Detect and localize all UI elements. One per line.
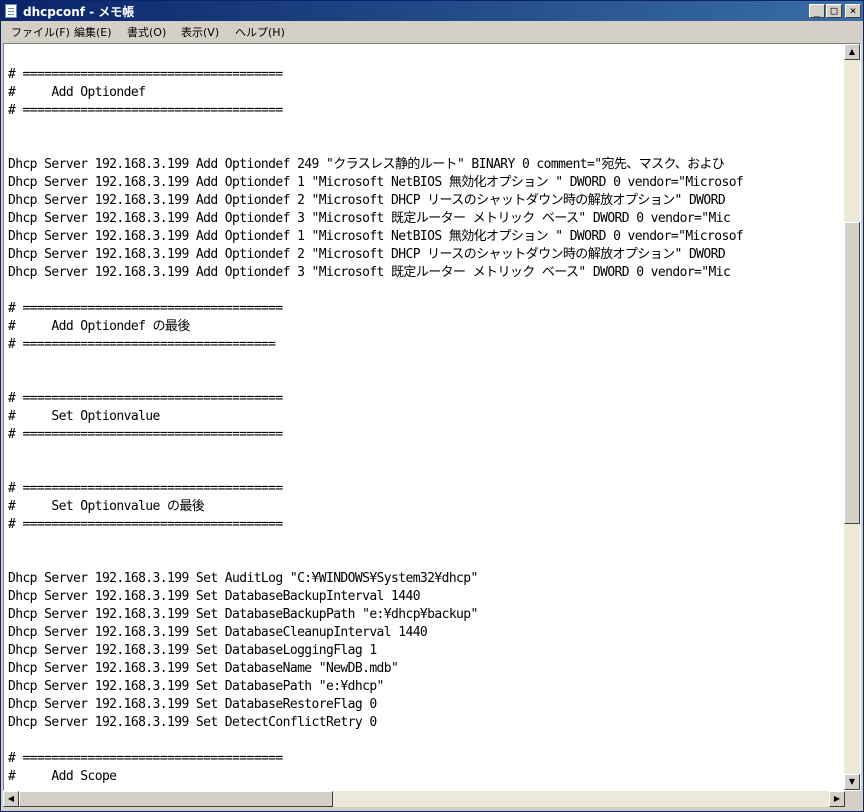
- text-line[interactable]: [8, 552, 844, 570]
- text-line[interactable]: [8, 354, 844, 372]
- text-line[interactable]: # Set Optionvalue: [8, 408, 844, 426]
- text-line[interactable]: [8, 120, 844, 138]
- menu-view[interactable]: 表示(V): [181, 24, 219, 40]
- text-line[interactable]: [8, 282, 844, 300]
- maximize-button[interactable]: □: [826, 4, 842, 18]
- text-line[interactable]: [8, 444, 844, 462]
- text-content[interactable]: # ==================================== # …: [8, 66, 844, 788]
- text-line[interactable]: # Add Optiondef: [8, 84, 844, 102]
- text-line[interactable]: Dhcp Server 192.168.3.199 Add Optiondef …: [8, 174, 844, 192]
- text-line[interactable]: [8, 732, 844, 750]
- title-bar[interactable]: dhcpconf - メモ帳 _ □ ×: [1, 1, 863, 21]
- vertical-scrollbar[interactable]: ▲ ▼: [844, 44, 860, 790]
- text-line[interactable]: Dhcp Server 192.168.3.199 Add Optiondef …: [8, 264, 844, 282]
- horizontal-scroll-thumb[interactable]: [19, 791, 333, 807]
- menu-file[interactable]: ファイル(F): [11, 24, 70, 40]
- text-line[interactable]: [8, 138, 844, 156]
- text-line[interactable]: [8, 372, 844, 390]
- text-line[interactable]: # ====================================: [8, 426, 844, 444]
- notepad-app-icon[interactable]: [5, 4, 17, 18]
- text-line[interactable]: Dhcp Server 192.168.3.199 Set DatabaseBa…: [8, 588, 844, 606]
- scroll-up-button[interactable]: ▲: [844, 44, 860, 60]
- minimize-button[interactable]: _: [809, 4, 825, 18]
- vertical-scroll-thumb[interactable]: [844, 222, 860, 524]
- text-editor[interactable]: # ==================================== # …: [3, 43, 861, 791]
- text-line[interactable]: # ===================================: [8, 336, 844, 354]
- text-line[interactable]: # ====================================: [8, 516, 844, 534]
- text-line[interactable]: Dhcp Server 192.168.3.199 Set DatabaseRe…: [8, 696, 844, 714]
- menu-format[interactable]: 書式(O): [127, 24, 166, 40]
- text-line[interactable]: # ====================================: [8, 300, 844, 318]
- text-line[interactable]: # ====================================: [8, 750, 844, 768]
- text-line[interactable]: Dhcp Server 192.168.3.199 Add Optiondef …: [8, 210, 844, 228]
- text-line[interactable]: Dhcp Server 192.168.3.199 Add Optiondef …: [8, 228, 844, 246]
- horizontal-scrollbar[interactable]: ◀ ▶: [3, 791, 845, 807]
- scroll-left-button[interactable]: ◀: [3, 791, 19, 807]
- text-line[interactable]: Dhcp Server 192.168.3.199 Add Optiondef …: [8, 156, 844, 174]
- text-line[interactable]: Dhcp Server 192.168.3.199 Set DetectConf…: [8, 714, 844, 732]
- text-line[interactable]: # Set Optionvalue の最後: [8, 498, 844, 516]
- menu-help[interactable]: ヘルプ(H): [235, 24, 285, 40]
- text-line[interactable]: Dhcp Server 192.168.3.199 Add Optiondef …: [8, 246, 844, 264]
- text-line[interactable]: Dhcp Server 192.168.3.199 Set DatabasePa…: [8, 678, 844, 696]
- text-line[interactable]: # ====================================: [8, 480, 844, 498]
- text-line[interactable]: # ====================================: [8, 66, 844, 84]
- window-title: dhcpconf - メモ帳: [23, 5, 135, 19]
- text-line[interactable]: Dhcp Server 192.168.3.199 Set DatabaseCl…: [8, 624, 844, 642]
- text-line[interactable]: [8, 462, 844, 480]
- text-line[interactable]: Dhcp Server 192.168.3.199 Set AuditLog "…: [8, 570, 844, 588]
- scroll-right-button[interactable]: ▶: [829, 791, 845, 807]
- close-button[interactable]: ×: [845, 4, 861, 18]
- text-line[interactable]: # Add Scope: [8, 768, 844, 786]
- scroll-down-button[interactable]: ▼: [844, 774, 860, 790]
- text-line[interactable]: Dhcp Server 192.168.3.199 Set DatabaseBa…: [8, 606, 844, 624]
- menu-edit[interactable]: 編集(E): [74, 24, 112, 40]
- notepad-window: dhcpconf - メモ帳 _ □ × ファイル(F) 編集(E) 書式(O)…: [0, 0, 864, 812]
- size-grip[interactable]: [845, 791, 861, 807]
- text-line[interactable]: [8, 534, 844, 552]
- text-line[interactable]: # ====================================: [8, 390, 844, 408]
- text-line[interactable]: # ====================================: [8, 102, 844, 120]
- text-line[interactable]: Dhcp Server 192.168.3.199 Add Optiondef …: [8, 192, 844, 210]
- text-line[interactable]: Dhcp Server 192.168.3.199 Set DatabaseNa…: [8, 660, 844, 678]
- menu-bar: ファイル(F) 編集(E) 書式(O) 表示(V) ヘルプ(H): [1, 21, 863, 41]
- text-line[interactable]: Dhcp Server 192.168.3.199 Set DatabaseLo…: [8, 642, 844, 660]
- text-line[interactable]: # Add Optiondef の最後: [8, 318, 844, 336]
